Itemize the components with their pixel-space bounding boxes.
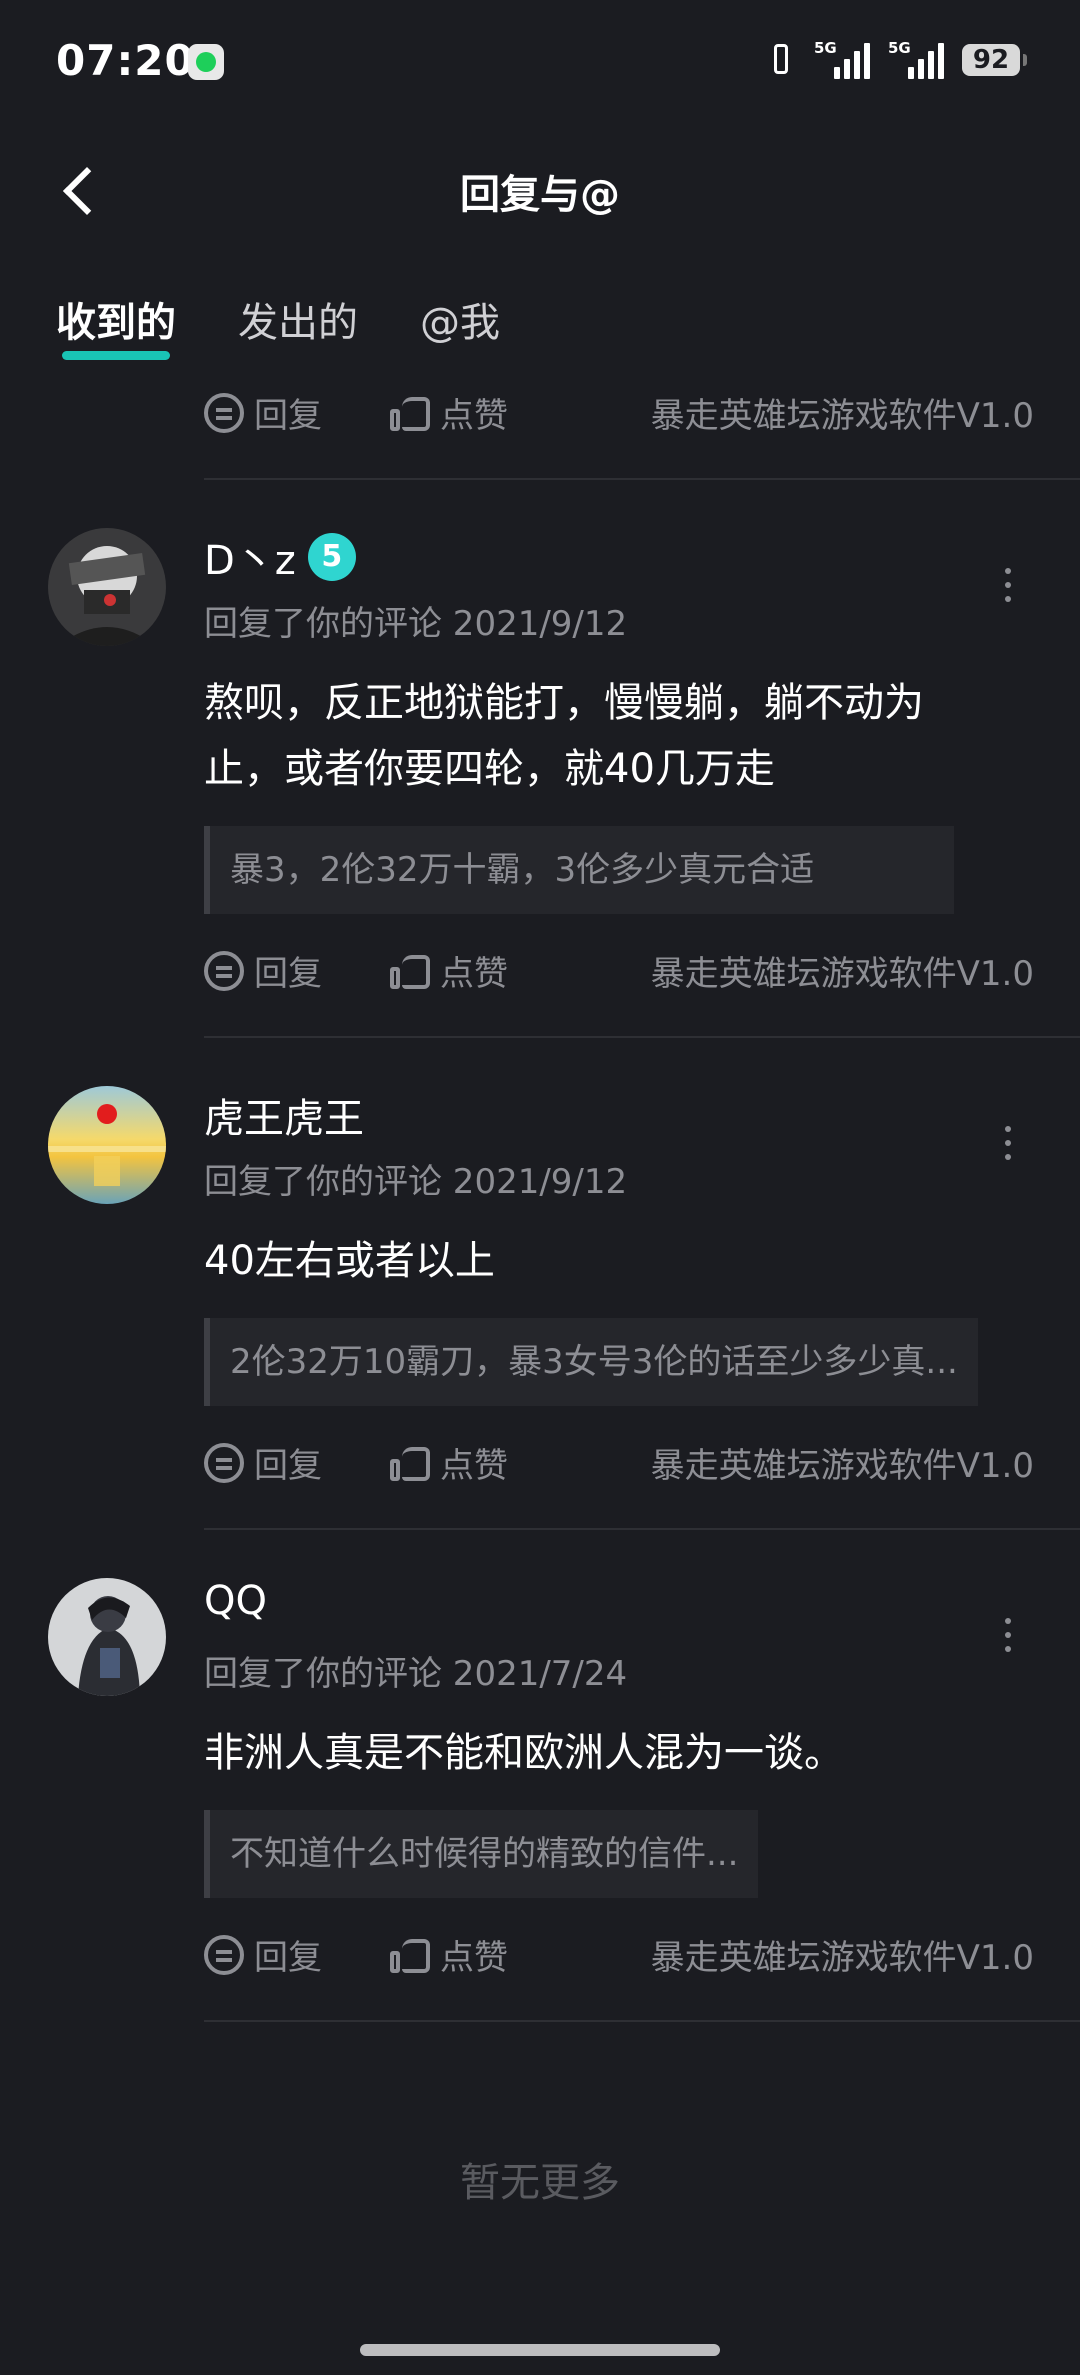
top-nav-bar: 回复与@ — [0, 140, 1080, 240]
divider — [204, 1036, 1080, 1038]
more-options-icon[interactable] — [998, 1610, 1018, 1670]
network-type-label: 5G — [814, 39, 837, 57]
reply-meta: 回复了你的评论 2021/9/12 — [204, 604, 628, 644]
source-label: 暴走英雄坛游戏软件V1.0 — [650, 1938, 1034, 1978]
username-text: 虎王虎王 — [204, 1096, 364, 1142]
quoted-comment[interactable]: 暴3，2伦32万十霸，3伦多少真元合适 — [204, 826, 955, 914]
tab-sent[interactable]: 发出的 — [238, 290, 358, 360]
signal-icon: 5G — [888, 39, 944, 79]
quoted-comment[interactable]: 不知道什么时候得的精致的信件... — [204, 1810, 759, 1898]
quoted-comment[interactable]: 2伦32万10霸刀，暴3女号3伦的话至少多少真... — [204, 1318, 978, 1406]
like-label: 点赞 — [440, 1938, 508, 1978]
comment-content: 非洲人真是不能和欧洲人混为一谈。 — [204, 1730, 844, 1776]
item-actions: 回复 点赞 暴走英雄坛游戏软件V1.0 — [204, 1930, 1034, 1990]
comment-icon — [204, 950, 244, 991]
home-indicator[interactable] — [360, 2344, 720, 2356]
comment-icon — [204, 1934, 244, 1975]
item-actions: 回复 点赞 暴走英雄坛游戏软件V1.0 — [204, 388, 1034, 448]
avatar[interactable] — [48, 528, 166, 646]
status-indicators: 5G 5G 92 — [766, 39, 1027, 80]
avatar[interactable] — [48, 1086, 166, 1204]
signal-icon: 5G — [814, 39, 870, 79]
reply-button[interactable]: 回复 — [204, 1930, 322, 1979]
reply-label: 回复 — [254, 396, 322, 436]
status-time: 07:20 — [56, 36, 195, 85]
username[interactable]: D丶z 5 — [204, 528, 356, 586]
level-badge: 5 — [307, 533, 356, 581]
end-of-list-text: 暂无更多 — [460, 2160, 620, 2206]
status-bar: 07:20 5G 5G 92 — [0, 0, 1080, 120]
avatar[interactable] — [48, 1578, 166, 1696]
divider — [204, 478, 1080, 480]
source-label: 暴走英雄坛游戏软件V1.0 — [650, 1446, 1034, 1486]
username[interactable]: 虎王虎王 — [204, 1086, 364, 1144]
tab-received[interactable]: 收到的 — [56, 290, 176, 360]
like-button[interactable]: 点赞 — [390, 388, 508, 437]
username-text: QQ — [204, 1578, 267, 1624]
tab-mentions[interactable]: @我 — [420, 290, 500, 360]
like-label: 点赞 — [440, 1446, 508, 1486]
like-label: 点赞 — [440, 396, 508, 436]
thumbs-up-icon — [390, 951, 430, 991]
more-options-icon[interactable] — [998, 1118, 1018, 1178]
more-options-icon[interactable] — [998, 560, 1018, 620]
reply-button[interactable]: 回复 — [204, 1438, 322, 1487]
source-label: 暴走英雄坛游戏软件V1.0 — [650, 396, 1034, 436]
comment-icon — [204, 392, 244, 433]
reply-button[interactable]: 回复 — [204, 946, 322, 995]
comment-content: 熬呗，反正地狱能打，慢慢躺，躺不动为止，或者你要四轮，就40几万走 — [204, 680, 924, 792]
like-label: 点赞 — [440, 954, 508, 994]
like-button[interactable]: 点赞 — [390, 1930, 508, 1979]
vibrate-icon — [766, 40, 796, 80]
reply-meta: 回复了你的评论 2021/9/12 — [204, 1162, 628, 1202]
comment-icon — [204, 1442, 244, 1483]
network-type-label: 5G — [888, 39, 911, 57]
item-actions: 回复 点赞 暴走英雄坛游戏软件V1.0 — [204, 1438, 1034, 1498]
thumbs-up-icon — [390, 1443, 430, 1483]
divider — [204, 1528, 1080, 1530]
battery-indicator: 92 — [962, 44, 1027, 76]
thumbs-up-icon — [390, 393, 430, 433]
page-title: 回复与@ — [460, 172, 620, 218]
like-button[interactable]: 点赞 — [390, 1438, 508, 1487]
source-label: 暴走英雄坛游戏软件V1.0 — [650, 954, 1034, 994]
reply-label: 回复 — [254, 954, 322, 994]
reply-button[interactable]: 回复 — [204, 388, 322, 437]
item-actions: 回复 点赞 暴走英雄坛游戏软件V1.0 — [204, 946, 1034, 1006]
tab-bar: 收到的 发出的 @我 — [56, 290, 500, 360]
thumbs-up-icon — [390, 1935, 430, 1975]
divider — [204, 2020, 1080, 2022]
music-app-icon — [188, 44, 224, 80]
reply-meta: 回复了你的评论 2021/7/24 — [204, 1654, 628, 1694]
username-text: D丶z — [204, 538, 296, 584]
comment-content: 40左右或者以上 — [204, 1238, 495, 1284]
like-button[interactable]: 点赞 — [390, 946, 508, 995]
reply-label: 回复 — [254, 1446, 322, 1486]
reply-label: 回复 — [254, 1938, 322, 1978]
username[interactable]: QQ — [204, 1578, 267, 1624]
